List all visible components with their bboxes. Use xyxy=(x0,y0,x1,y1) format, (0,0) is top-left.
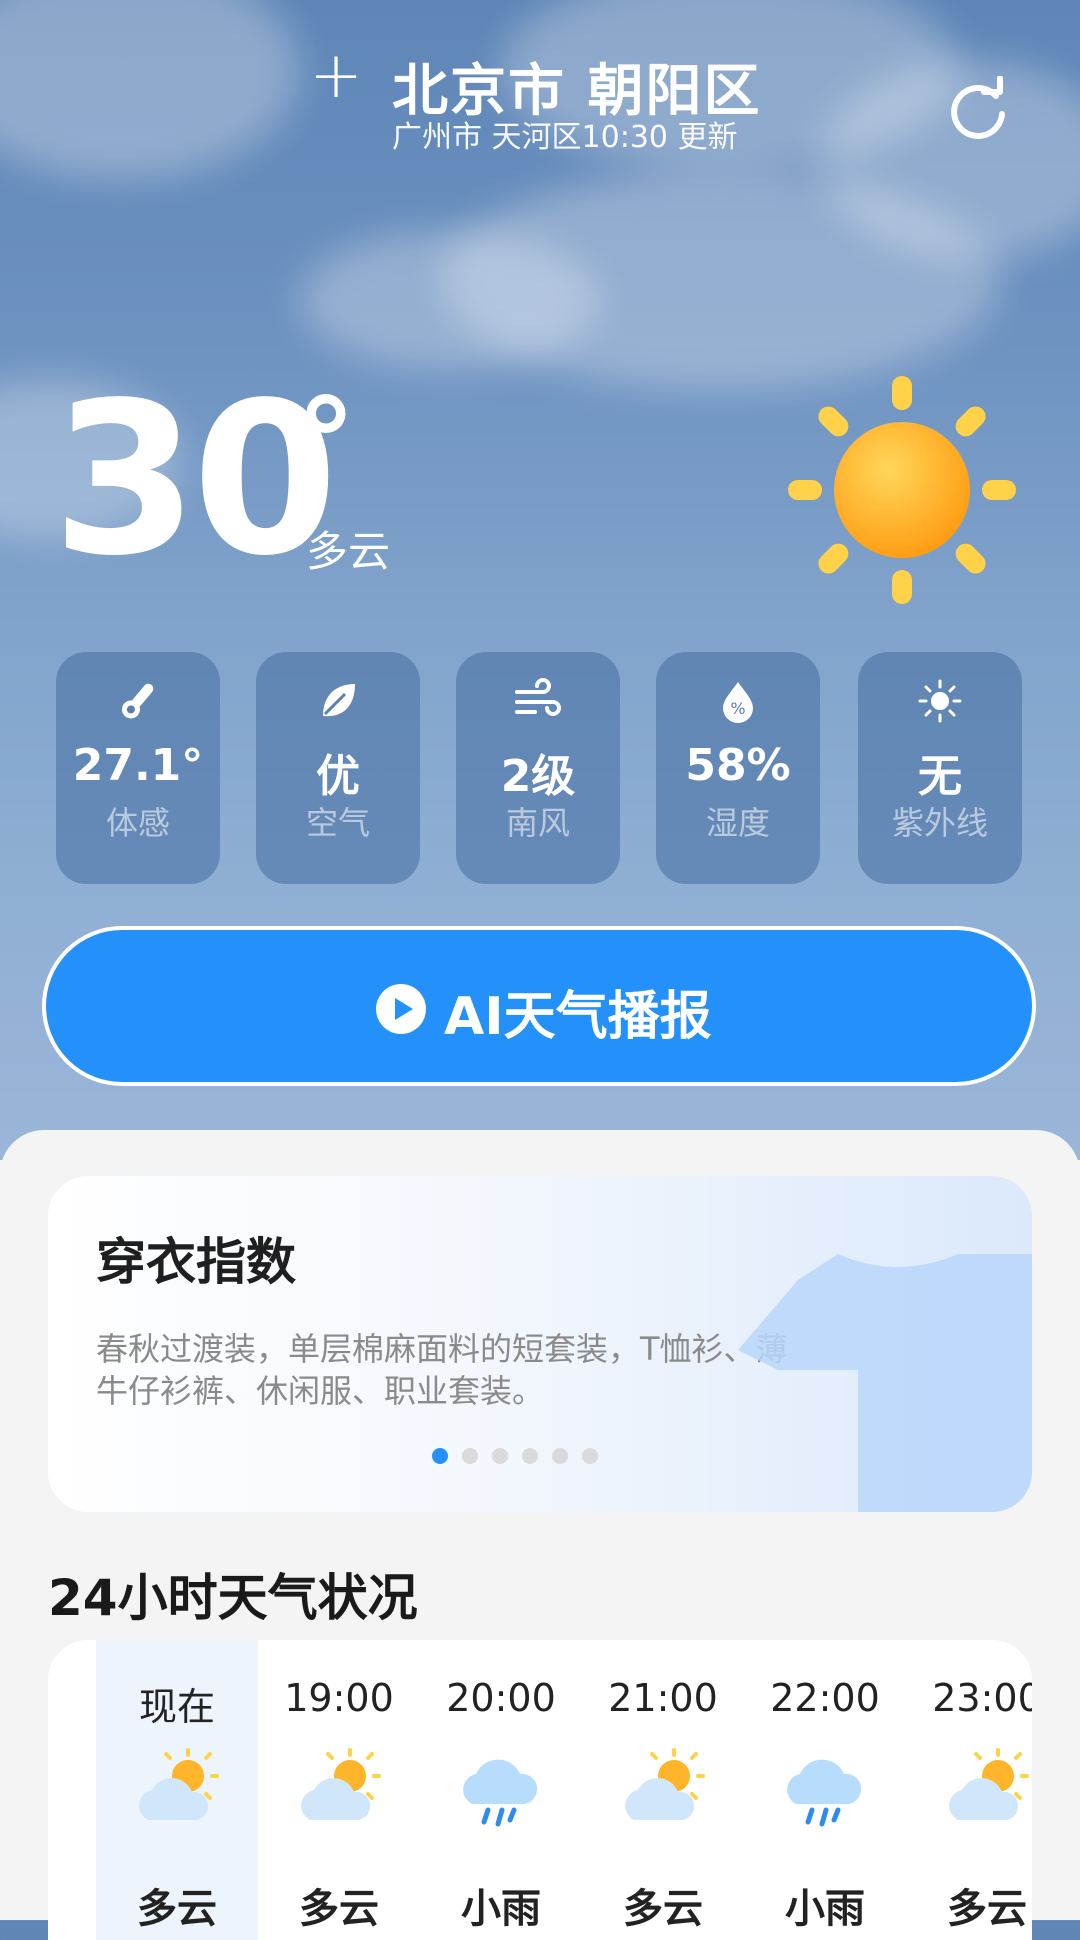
partly-cloudy-icon xyxy=(301,1748,381,1820)
update-time: 广州市 天河区10:30 更新 xyxy=(392,120,738,155)
hour-time: 23:00 xyxy=(932,1676,1032,1720)
hour-condition: 小雨 xyxy=(785,1886,865,1932)
light-rain-icon xyxy=(787,1759,862,1827)
carousel-dot[interactable] xyxy=(462,1448,478,1464)
stat-label: 湿度 xyxy=(705,804,770,842)
stat-value: 27.1° xyxy=(72,740,204,791)
hourly-item[interactable]: 19:00 多云 xyxy=(258,1640,420,1940)
hour-condition: 多云 xyxy=(947,1886,1027,1932)
uv-sun-icon xyxy=(918,679,962,723)
ai-weather-broadcast-button[interactable]: AI天气播报 xyxy=(42,926,1036,1086)
hour-condition: 多云 xyxy=(299,1886,379,1932)
hour-time: 22:00 xyxy=(770,1676,880,1720)
carousel-dot[interactable] xyxy=(492,1448,508,1464)
stat-value: 无 xyxy=(918,751,962,802)
header: + 北京市 朝阳区 广州市 天河区10:30 更新 xyxy=(0,20,1080,160)
carousel-dot[interactable] xyxy=(582,1448,598,1464)
hourly-item[interactable]: 20:00 小雨 xyxy=(420,1640,582,1940)
hourly-item-now[interactable]: 现在 多云 xyxy=(96,1640,258,1940)
dressing-description: 春秋过渡装，单层棉麻面料的短套装，T恤衫、薄牛仔衫裤、休闲服、职业套装。 xyxy=(96,1330,788,1410)
dressing-title: 穿衣指数 xyxy=(96,1233,296,1291)
stat-tile-air[interactable]: 优 空气 xyxy=(256,652,420,884)
stat-value: 58% xyxy=(685,740,791,791)
carousel-dot[interactable] xyxy=(522,1448,538,1464)
hour-time: 现在 xyxy=(138,1685,215,1729)
partly-cloudy-icon xyxy=(949,1748,1029,1820)
hour-time: 21:00 xyxy=(608,1676,718,1720)
stat-value: 优 xyxy=(316,751,360,802)
hourly-section-title: 24小时天气状况 xyxy=(48,1569,418,1627)
sun-icon xyxy=(788,376,1016,604)
refresh-icon[interactable] xyxy=(944,76,1012,144)
add-city-button[interactable]: + xyxy=(308,44,364,108)
stat-label: 空气 xyxy=(305,804,370,842)
svg-text:%: % xyxy=(730,699,745,718)
hour-condition: 多云 xyxy=(623,1886,703,1932)
ai-button-label: AI天气播报 xyxy=(444,987,712,1047)
stat-label: 南风 xyxy=(505,804,570,842)
tshirt-icon xyxy=(738,1254,1032,1512)
degree-symbol: ° xyxy=(296,374,356,513)
stat-tile-feels-like[interactable]: 27.1° 体感 xyxy=(56,652,220,884)
hourly-item[interactable]: 21:00 多云 xyxy=(582,1640,744,1940)
current-condition: 多云 xyxy=(306,527,391,576)
hour-condition: 小雨 xyxy=(461,1886,541,1932)
stat-value: 2级 xyxy=(500,751,576,802)
stat-tile-humidity[interactable]: % 58% 湿度 xyxy=(656,652,820,884)
hourly-forecast-list[interactable]: 现在 多云 19:00 多云 20:00 小雨 21:00 多云 22:00 小… xyxy=(48,1640,1032,1940)
stats-row: 27.1° 体感 优 空气 2级 南风 % 58% 湿度 无 紫外线 xyxy=(56,652,1022,884)
dressing-index-card[interactable]: 穿衣指数 春秋过渡装，单层棉麻面料的短套装，T恤衫、薄牛仔衫裤、休闲服、职业套装… xyxy=(48,1176,1032,1512)
carousel-dots[interactable] xyxy=(432,1448,612,1464)
hour-time: 19:00 xyxy=(284,1676,394,1720)
light-rain-icon xyxy=(463,1759,538,1827)
play-icon xyxy=(376,984,426,1034)
leaf-icon xyxy=(323,684,355,717)
humidity-drop-icon: % xyxy=(723,682,753,723)
hourly-item[interactable]: 22:00 小雨 xyxy=(744,1640,906,1940)
current-temperature: 30 xyxy=(52,357,338,602)
hour-time: 20:00 xyxy=(446,1676,556,1720)
hour-condition: 多云 xyxy=(137,1886,217,1932)
carousel-dot[interactable] xyxy=(552,1448,568,1464)
thermometer-icon xyxy=(121,683,154,719)
stat-label: 紫外线 xyxy=(891,804,988,842)
carousel-dot-active[interactable] xyxy=(432,1448,448,1464)
partly-cloudy-icon xyxy=(625,1748,705,1820)
stat-label: 体感 xyxy=(105,804,170,842)
stat-tile-uv[interactable]: 无 紫外线 xyxy=(858,652,1022,884)
partly-cloudy-icon xyxy=(139,1748,219,1820)
stat-tile-wind[interactable]: 2级 南风 xyxy=(456,652,620,884)
hourly-item[interactable]: 23:00 多云 xyxy=(906,1640,1032,1940)
wind-icon xyxy=(515,678,561,716)
